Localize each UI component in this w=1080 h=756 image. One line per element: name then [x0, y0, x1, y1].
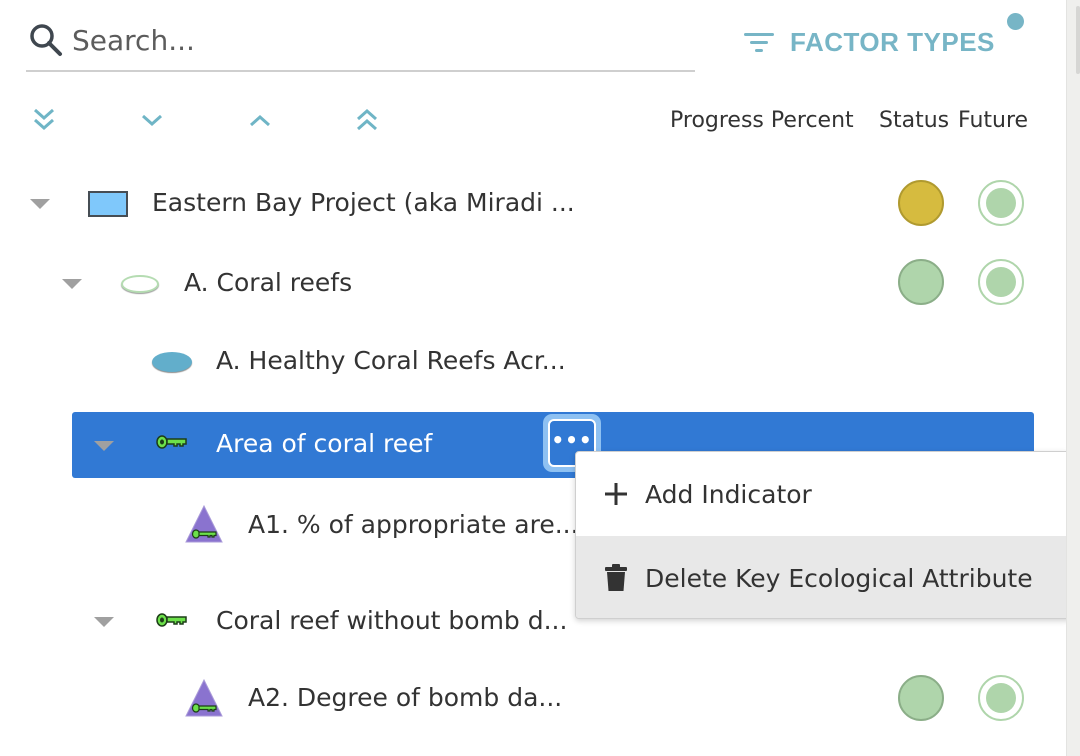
- future-status-indicator: [978, 180, 1024, 226]
- menu-item-label: Add Indicator: [645, 479, 812, 509]
- search-input[interactable]: [72, 20, 672, 60]
- expand-caret-icon[interactable]: [30, 199, 50, 209]
- future-status-indicator: [978, 259, 1024, 305]
- expand-caret-icon[interactable]: [94, 441, 114, 451]
- menu-item-label: Delete Key Ecological Attribute: [645, 563, 1033, 593]
- collapse-all-button[interactable]: [351, 104, 383, 136]
- indicator-icon: [185, 504, 223, 543]
- tree-row-label: A2. Degree of bomb da...: [248, 683, 563, 712]
- plus-icon: [603, 480, 629, 508]
- status-indicator: [898, 180, 944, 226]
- indicator-icon: [185, 678, 223, 717]
- search-bar: [26, 14, 695, 72]
- scrollbar-track[interactable]: [1066, 0, 1080, 756]
- collapse-one-button[interactable]: [244, 104, 276, 136]
- chevron-down-icon: [142, 114, 162, 127]
- key-attribute-icon: [156, 613, 187, 627]
- project-icon: [88, 191, 128, 217]
- future-status-indicator: [978, 675, 1024, 721]
- tree-row-label: A. Coral reefs: [184, 268, 353, 297]
- tree-row-label: A. Healthy Coral Reefs Acr...: [216, 346, 566, 375]
- factor-types-button[interactable]: FACTOR TYPES: [742, 20, 995, 64]
- tree-row-label: A1. % of appropriate are...: [248, 510, 579, 539]
- key-attribute-icon: [156, 435, 187, 449]
- tree-row-indicator[interactable]: A2. Degree of bomb da...: [0, 666, 1040, 730]
- search-icon: [30, 24, 62, 56]
- more-icon: •••: [551, 428, 593, 452]
- expand-caret-icon[interactable]: [94, 617, 114, 627]
- expand-one-button[interactable]: [136, 104, 168, 136]
- goal-icon: [152, 352, 192, 372]
- tree-row-label: Eastern Bay Project (aka Miradi ...: [152, 188, 575, 217]
- menu-item-add-indicator[interactable]: Add Indicator: [576, 452, 1070, 536]
- context-menu: Add Indicator Delete Key Ecological Attr…: [575, 451, 1071, 619]
- menu-item-delete-key-ecological-attribute[interactable]: Delete Key Ecological Attribute: [576, 536, 1070, 618]
- tree-row-project[interactable]: Eastern Bay Project (aka Miradi ...: [0, 172, 1040, 236]
- status-indicator: [898, 675, 944, 721]
- factor-types-indicator-dot: [1007, 13, 1024, 30]
- expand-all-button[interactable]: [28, 104, 60, 136]
- tree-row-goal[interactable]: A. Healthy Coral Reefs Acr...: [0, 330, 1040, 394]
- target-icon: [121, 275, 159, 293]
- status-indicator: [898, 259, 944, 305]
- tree-row-target[interactable]: A. Coral reefs: [0, 252, 1040, 316]
- trash-icon: [603, 564, 629, 592]
- chevron-up-icon: [250, 114, 270, 127]
- column-header-progress-percent: Progress Percent: [670, 108, 854, 133]
- expand-caret-icon[interactable]: [62, 279, 82, 289]
- scrollbar-thumb[interactable]: [1076, 6, 1080, 74]
- column-header-status: Status: [879, 108, 950, 133]
- tree-row-label: Coral reef without bomb d...: [216, 606, 568, 635]
- filter-icon: [744, 33, 774, 52]
- double-chevron-up-icon: [357, 108, 377, 131]
- factor-types-label: FACTOR TYPES: [790, 26, 995, 57]
- column-header-future: Future: [958, 108, 1029, 133]
- double-chevron-down-icon: [34, 108, 54, 131]
- tree-row-label: Area of coral reef: [216, 429, 433, 458]
